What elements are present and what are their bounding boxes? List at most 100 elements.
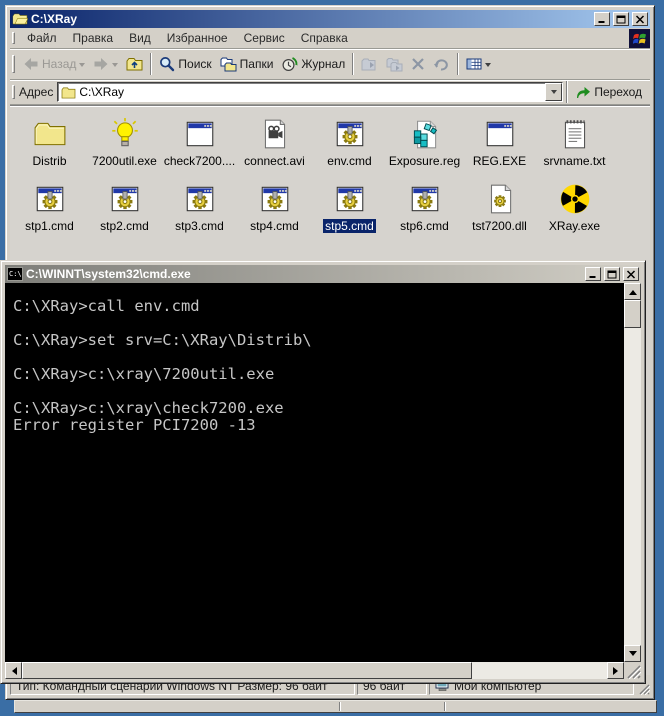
menu-help[interactable]: Справка xyxy=(293,29,356,47)
file-item[interactable]: Exposure.reg xyxy=(387,117,462,168)
background-window-edge xyxy=(14,700,657,713)
file-label: REG.EXE xyxy=(472,154,527,168)
vertical-scroll-thumb[interactable] xyxy=(624,300,641,328)
maximize-button[interactable] xyxy=(613,12,629,26)
cmd-icon xyxy=(108,182,142,216)
vertical-scrollbar[interactable] xyxy=(624,283,641,662)
file-label: srvname.txt xyxy=(543,154,606,168)
strip-divider xyxy=(444,702,446,711)
address-label: Адрес xyxy=(19,85,54,99)
console-output[interactable]: C:\XRay>call env.cmd C:\XRay>set srv=C:\… xyxy=(5,283,624,662)
up-button[interactable] xyxy=(122,55,147,74)
file-item[interactable]: env.cmd xyxy=(312,117,387,168)
address-dropdown-button[interactable] xyxy=(545,83,563,101)
move-to-icon xyxy=(361,58,376,70)
file-item[interactable]: stp2.cmd xyxy=(87,182,162,233)
file-item[interactable]: srvname.txt xyxy=(537,117,612,168)
file-item[interactable]: Distrib xyxy=(12,117,87,168)
app-icon xyxy=(483,117,517,151)
reg-icon xyxy=(408,117,442,151)
folders-button[interactable]: Папки xyxy=(216,55,278,74)
menu-file[interactable]: Файл xyxy=(19,29,65,47)
cmd-close-button[interactable] xyxy=(623,267,639,281)
go-label: Переход xyxy=(594,85,642,99)
cmd-minimize-button[interactable] xyxy=(585,267,601,281)
file-item[interactable]: stp6.cmd xyxy=(387,182,462,233)
cmd-icon xyxy=(33,182,67,216)
views-dropdown-caret[interactable] xyxy=(485,62,492,70)
file-label: XRay.exe xyxy=(548,219,601,233)
toolbar-grip[interactable] xyxy=(12,54,15,74)
back-dropdown-caret[interactable] xyxy=(79,62,86,70)
scroll-right-button[interactable] xyxy=(607,662,624,679)
addressbar-grip[interactable] xyxy=(12,84,15,100)
file-item[interactable]: stp4.cmd xyxy=(237,182,312,233)
file-label: tst7200.dll xyxy=(472,219,527,233)
go-button[interactable]: Переход xyxy=(571,83,646,102)
file-label: stp3.cmd xyxy=(175,219,224,233)
file-item[interactable]: stp3.cmd xyxy=(162,182,237,233)
forward-button[interactable] xyxy=(89,55,122,73)
horizontal-scroll-thumb[interactable] xyxy=(22,662,472,679)
cmd-titlebar[interactable]: C:\ C:\WINNT\system32\cmd.exe xyxy=(5,265,641,283)
explorer-titlebar[interactable]: C:\XRay xyxy=(10,10,650,28)
menu-favorites[interactable]: Избранное xyxy=(159,29,236,47)
history-button[interactable]: Журнал xyxy=(277,54,349,74)
file-label: 7200util.exe xyxy=(92,154,157,168)
history-label: Журнал xyxy=(301,57,346,71)
minimize-button[interactable] xyxy=(594,12,610,26)
cmd-maximize-button[interactable] xyxy=(604,267,620,281)
scroll-left-button[interactable] xyxy=(5,662,22,679)
file-item[interactable]: 7200util.exe xyxy=(87,117,162,168)
file-label: stp2.cmd xyxy=(100,219,149,233)
forward-dropdown-caret[interactable] xyxy=(112,62,119,70)
views-button[interactable] xyxy=(462,54,495,74)
file-grid: Distrib 7200util.exe check7200.... conne… xyxy=(10,106,650,233)
history-clock-icon xyxy=(282,57,298,72)
cmd-icon xyxy=(408,182,442,216)
file-item[interactable]: connect.avi xyxy=(237,117,312,168)
file-label: stp6.cmd xyxy=(400,219,449,233)
file-label: check7200.... xyxy=(163,154,236,168)
console-text: C:\XRay>call env.cmd C:\XRay>set srv=C:\… xyxy=(13,297,312,434)
close-button[interactable] xyxy=(632,12,648,26)
strip-divider xyxy=(339,702,341,711)
windows-logo-icon xyxy=(629,28,650,48)
menu-edit[interactable]: Правка xyxy=(65,29,122,47)
back-button[interactable]: Назад xyxy=(19,55,89,73)
delete-button[interactable] xyxy=(407,55,429,73)
undo-button[interactable] xyxy=(429,55,454,73)
move-to-button[interactable] xyxy=(357,55,382,74)
address-bar: Адрес C:\XRay Переход xyxy=(10,80,650,105)
toolbar-separator xyxy=(352,53,355,75)
menu-view[interactable]: Вид xyxy=(121,29,159,47)
menu-tools[interactable]: Сервис xyxy=(236,29,293,47)
menu-bar: Файл Правка Вид Избранное Сервис Справка xyxy=(10,28,650,49)
cmd-resize-grip[interactable] xyxy=(624,662,642,680)
address-combo[interactable]: C:\XRay xyxy=(57,82,564,102)
file-item[interactable]: stp5.cmd xyxy=(312,182,387,233)
file-item[interactable]: REG.EXE xyxy=(462,117,537,168)
file-item[interactable]: check7200.... xyxy=(162,117,237,168)
menubar-grip[interactable] xyxy=(12,31,15,45)
text-icon xyxy=(558,117,592,151)
desktop: { "colors": { "desktop": "#3A6EA5", "tit… xyxy=(0,0,664,716)
file-item[interactable]: stp1.cmd xyxy=(12,182,87,233)
copy-to-button[interactable] xyxy=(382,55,407,74)
scroll-up-button[interactable] xyxy=(624,283,641,300)
copy-to-icon xyxy=(386,57,403,71)
cmd-prompt-icon: C:\ xyxy=(7,267,23,281)
cmd-icon xyxy=(258,182,292,216)
horizontal-scrollbar[interactable] xyxy=(5,662,624,679)
window-title: C:\XRay xyxy=(31,12,78,26)
file-label: connect.avi xyxy=(244,154,305,168)
file-label: stp5.cmd xyxy=(323,219,376,233)
scroll-down-button[interactable] xyxy=(624,645,641,662)
file-label: Exposure.reg xyxy=(388,154,461,168)
search-button[interactable]: Поиск xyxy=(155,54,215,74)
file-item[interactable]: tst7200.dll xyxy=(462,182,537,233)
file-item[interactable]: XRay.exe xyxy=(537,182,612,233)
search-label: Поиск xyxy=(178,57,212,71)
file-label: stp1.cmd xyxy=(25,219,74,233)
toolbar: Назад Поиск Папки Журнал xyxy=(10,49,650,80)
